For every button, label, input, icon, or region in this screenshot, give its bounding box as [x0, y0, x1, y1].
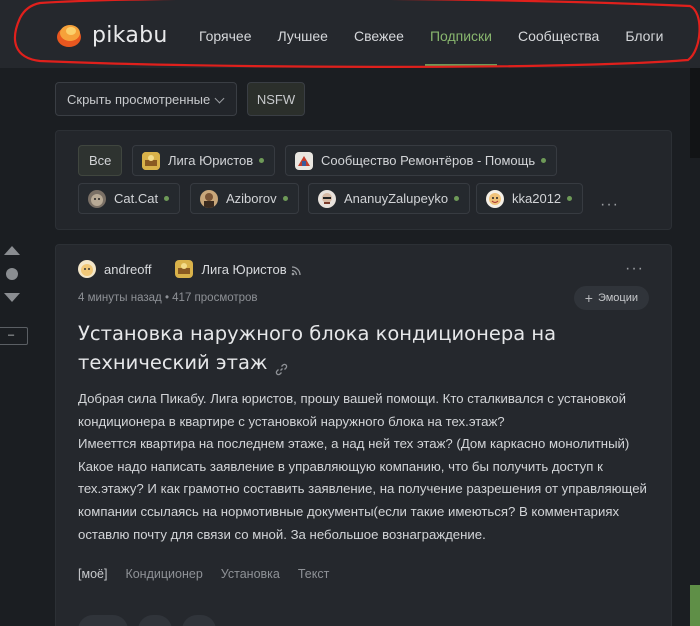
top-header: pikabu Горячее Лучшее Свежее Подписки Со… — [0, 0, 700, 68]
online-dot-icon — [567, 196, 573, 201]
chip-label: Cat.Cat — [114, 191, 159, 206]
side-green-button[interactable] — [690, 585, 700, 626]
nav-fresh[interactable]: Свежее — [341, 0, 417, 68]
comments-button[interactable] — [78, 615, 128, 626]
nav-hot[interactable]: Горячее — [186, 0, 265, 68]
chip-label: Лига Юристов — [168, 153, 254, 168]
nav-subscriptions[interactable]: Подписки — [417, 0, 505, 68]
emoji-button[interactable]: + Эмоции — [573, 286, 649, 310]
collapse-button[interactable]: – — [0, 327, 28, 345]
nsfw-toggle[interactable]: NSFW — [247, 82, 305, 116]
post-card: andreoff Лига Юристов ··· 4 минуты назад… — [55, 244, 672, 626]
subscription-chip-kka2012[interactable]: kka2012 — [476, 183, 584, 214]
post-meta: 4 минуты назад • 417 просмотров — [78, 292, 258, 304]
online-dot-icon — [541, 158, 547, 163]
tag-conditioner[interactable]: Кондиционер — [125, 567, 202, 581]
logo-text: pikabu — [92, 22, 168, 48]
post-community[interactable]: Лига Юристов — [201, 262, 286, 277]
subscription-chip-ananuy[interactable]: AnanuyZalupeyko — [308, 183, 471, 214]
rss-icon — [291, 264, 301, 276]
post-author[interactable]: andreoff — [104, 262, 151, 277]
pikabu-logo-icon — [56, 22, 82, 48]
subscription-chip-catcat[interactable]: Cat.Cat — [78, 183, 181, 214]
main-nav: Горячее Лучшее Свежее Подписки Сообществ… — [186, 0, 676, 68]
chip-label: kka2012 — [512, 191, 562, 206]
subscription-chip-liga-yuristov[interactable]: Лига Юристов — [132, 145, 276, 176]
emoji-label: Эмоции — [597, 292, 638, 304]
rating-dot-icon — [6, 268, 18, 280]
hide-viewed-select[interactable]: Скрыть просмотренные — [55, 82, 237, 116]
online-dot-icon — [282, 196, 288, 201]
aziborov-avatar-icon — [200, 189, 218, 208]
subscription-chip-aziborov[interactable]: Aziborov — [190, 183, 299, 214]
chevron-down-icon — [214, 93, 225, 104]
more-subscriptions-icon[interactable]: ··· — [600, 196, 619, 214]
tag-text[interactable]: Текст — [298, 567, 329, 581]
remonteri-avatar-icon — [295, 151, 313, 170]
upvote-arrow-icon[interactable] — [4, 246, 20, 255]
link-icon[interactable] — [275, 355, 288, 376]
tag-installation[interactable]: Установка — [221, 567, 280, 581]
online-dot-icon — [164, 196, 170, 201]
tag-mine[interactable]: [моё] — [78, 567, 107, 581]
nav-best[interactable]: Лучшее — [265, 0, 341, 68]
subscription-all-chip[interactable]: Все — [78, 145, 123, 176]
catcat-avatar-icon — [88, 189, 106, 208]
nav-communities[interactable]: Сообщества — [505, 0, 612, 68]
chip-label: Aziborov — [226, 191, 277, 206]
kka2012-avatar-icon — [486, 189, 504, 208]
downvote-arrow-icon[interactable] — [4, 293, 20, 302]
online-dot-icon — [259, 158, 265, 163]
post-paragraph: Добрая сила Пикабу. Лига юристов, прошу … — [78, 391, 626, 429]
online-dot-icon — [454, 196, 460, 201]
chip-label: Сообщество Ремонтёров - Помощь — [321, 153, 536, 168]
save-button[interactable] — [138, 615, 172, 626]
plus-icon: + — [584, 290, 593, 306]
nav-blogs[interactable]: Блоги — [612, 0, 676, 68]
hide-viewed-label: Скрыть просмотренные — [67, 91, 211, 107]
post-title[interactable]: Установка наружного блока кондиционера н… — [78, 319, 638, 377]
chip-label: Все — [89, 153, 112, 168]
liga-yuristov-avatar-icon — [142, 151, 160, 170]
post-title-text: Установка наружного блока кондиционера н… — [78, 322, 557, 374]
share-button[interactable] — [182, 615, 216, 626]
ananuy-avatar-icon — [318, 189, 336, 208]
community-avatar-icon[interactable] — [175, 260, 194, 278]
post-menu-icon[interactable]: ··· — [625, 260, 644, 278]
author-avatar-icon[interactable] — [78, 260, 96, 278]
pikabu-logo[interactable]: pikabu — [56, 22, 168, 48]
post-actions — [78, 615, 226, 626]
scrollbar-track[interactable] — [690, 68, 700, 158]
chip-label: AnanuyZalupeyko — [344, 191, 449, 206]
subscription-chip-remonteri[interactable]: Сообщество Ремонтёров - Помощь — [285, 145, 558, 176]
post-header: andreoff Лига Юристов — [78, 260, 301, 278]
post-body: Добрая сила Пикабу. Лига юристов, прошу … — [78, 388, 648, 546]
post-paragraph: Имееттся квартира на последнем этаже, а … — [78, 436, 647, 542]
post-tags: [моё] Кондиционер Установка Текст — [78, 567, 347, 581]
